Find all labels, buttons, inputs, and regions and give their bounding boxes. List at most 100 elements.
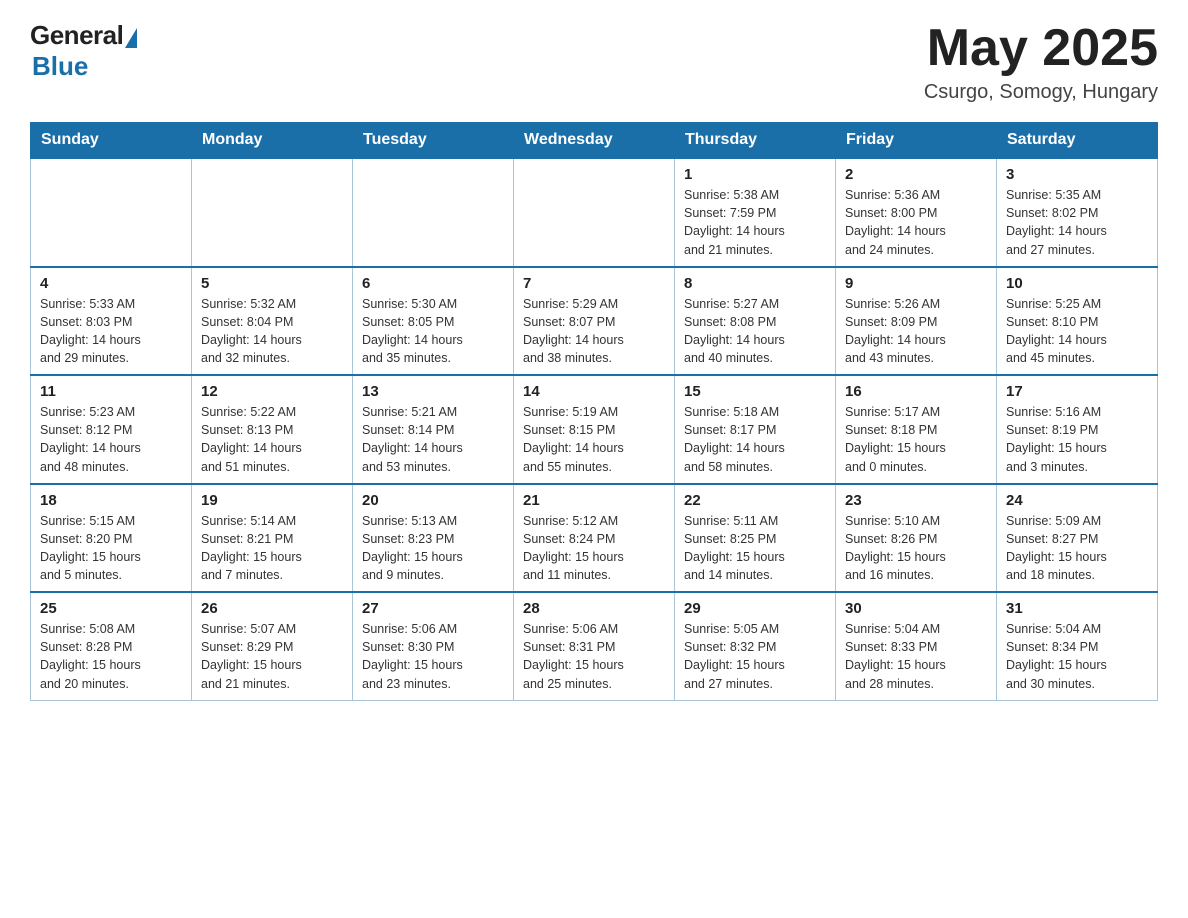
day-number: 18 — [40, 492, 182, 509]
day-info: Sunrise: 5:29 AMSunset: 8:07 PMDaylight:… — [523, 295, 665, 368]
day-info: Sunrise: 5:38 AMSunset: 7:59 PMDaylight:… — [684, 186, 826, 259]
calendar-cell: 18 Sunrise: 5:15 AMSunset: 8:20 PMDayligh… — [31, 484, 192, 593]
week-row-3: 11Sunrise: 5:23 AMSunset: 8:12 PMDayligh… — [31, 375, 1158, 484]
day-info: Sunrise: 5:35 AMSunset: 8:02 PMDaylight:… — [1006, 186, 1148, 259]
day-info: Sunrise: 5:04 AMSunset: 8:34 PMDaylight:… — [1006, 620, 1148, 693]
logo-blue-text: Blue — [32, 51, 88, 82]
day-number: 14 — [523, 383, 665, 400]
day-info: Sunrise: 5:33 AMSunset: 8:03 PMDaylight:… — [40, 295, 182, 368]
day-info: Sunrise: 5:18 AMSunset: 8:17 PMDaylight:… — [684, 403, 826, 476]
calendar-cell: 22Sunrise: 5:11 AMSunset: 8:25 PMDayligh… — [675, 484, 836, 593]
week-row-5: 25Sunrise: 5:08 AMSunset: 8:28 PMDayligh… — [31, 592, 1158, 700]
calendar-cell: 10 Sunrise: 5:25 AMSunset: 8:10 PMDayligh… — [997, 267, 1158, 376]
weekday-header-thursday: Thursday — [675, 123, 836, 159]
day-info: Sunrise: 5:04 AMSunset: 8:33 PMDaylight:… — [845, 620, 987, 693]
day-number: 12 — [201, 383, 343, 400]
week-row-2: 4 Sunrise: 5:33 AMSunset: 8:03 PMDaylight… — [31, 267, 1158, 376]
day-number: 23 — [845, 492, 987, 509]
calendar-cell: 1Sunrise: 5:38 AMSunset: 7:59 PMDaylight… — [675, 158, 836, 267]
day-info: Sunrise: 5:06 AMSunset: 8:30 PMDaylight:… — [362, 620, 504, 693]
day-number: 11 — [40, 383, 182, 400]
day-info: Sunrise: 5:25 AMSunset: 8:10 PMDaylight:… — [1006, 295, 1148, 368]
logo-general-text: General — [30, 20, 123, 51]
day-number: 5 — [201, 275, 343, 292]
day-number: 21 — [523, 492, 665, 509]
calendar-cell — [192, 158, 353, 267]
day-info: Sunrise: 5:11 AMSunset: 8:25 PMDaylight:… — [684, 512, 826, 585]
day-number: 31 — [1006, 600, 1148, 617]
day-info: Sunrise: 5:36 AMSunset: 8:00 PMDaylight:… — [845, 186, 987, 259]
week-row-1: 1Sunrise: 5:38 AMSunset: 7:59 PMDaylight… — [31, 158, 1158, 267]
day-number: 7 — [523, 275, 665, 292]
day-info: Sunrise: 5:07 AMSunset: 8:29 PMDaylight:… — [201, 620, 343, 693]
day-number: 2 — [845, 166, 987, 183]
calendar-cell: 16 Sunrise: 5:17 AMSunset: 8:18 PMDayligh… — [836, 375, 997, 484]
day-info: Sunrise: 5:13 AMSunset: 8:23 PMDaylight:… — [362, 512, 504, 585]
day-number: 26 — [201, 600, 343, 617]
day-number: 16 — [845, 383, 987, 400]
weekday-header-friday: Friday — [836, 123, 997, 159]
weekday-header-wednesday: Wednesday — [514, 123, 675, 159]
calendar-header-row: SundayMondayTuesdayWednesdayThursdayFrid… — [31, 123, 1158, 159]
weekday-header-monday: Monday — [192, 123, 353, 159]
calendar-cell: 13 Sunrise: 5:21 AMSunset: 8:14 PMDayligh… — [353, 375, 514, 484]
weekday-header-saturday: Saturday — [997, 123, 1158, 159]
calendar-cell: 9 Sunrise: 5:26 AMSunset: 8:09 PMDaylight… — [836, 267, 997, 376]
calendar-cell: 17 Sunrise: 5:16 AMSunset: 8:19 PMDayligh… — [997, 375, 1158, 484]
day-number: 4 — [40, 275, 182, 292]
day-number: 10 — [1006, 275, 1148, 292]
calendar-cell: 25Sunrise: 5:08 AMSunset: 8:28 PMDayligh… — [31, 592, 192, 700]
calendar-cell: 20 Sunrise: 5:13 AMSunset: 8:23 PMDayligh… — [353, 484, 514, 593]
day-number: 8 — [684, 275, 826, 292]
day-info: Sunrise: 5:15 AMSunset: 8:20 PMDaylight:… — [40, 512, 182, 585]
calendar-title: May 2025 — [924, 20, 1158, 77]
calendar-cell: 29Sunrise: 5:05 AMSunset: 8:32 PMDayligh… — [675, 592, 836, 700]
day-info: Sunrise: 5:14 AMSunset: 8:21 PMDaylight:… — [201, 512, 343, 585]
day-number: 19 — [201, 492, 343, 509]
calendar-cell: 5Sunrise: 5:32 AMSunset: 8:04 PMDaylight… — [192, 267, 353, 376]
calendar-cell: 12Sunrise: 5:22 AMSunset: 8:13 PMDayligh… — [192, 375, 353, 484]
day-number: 9 — [845, 275, 987, 292]
day-info: Sunrise: 5:17 AMSunset: 8:18 PMDaylight:… — [845, 403, 987, 476]
calendar-cell: 24Sunrise: 5:09 AMSunset: 8:27 PMDayligh… — [997, 484, 1158, 593]
logo: General Blue — [30, 20, 137, 82]
calendar-cell: 2 Sunrise: 5:36 AMSunset: 8:00 PMDaylight… — [836, 158, 997, 267]
calendar-cell: 8Sunrise: 5:27 AMSunset: 8:08 PMDaylight… — [675, 267, 836, 376]
weekday-header-sunday: Sunday — [31, 123, 192, 159]
week-row-4: 18 Sunrise: 5:15 AMSunset: 8:20 PMDayligh… — [31, 484, 1158, 593]
calendar-cell — [514, 158, 675, 267]
calendar-cell: 7 Sunrise: 5:29 AMSunset: 8:07 PMDaylight… — [514, 267, 675, 376]
calendar-cell: 3 Sunrise: 5:35 AMSunset: 8:02 PMDaylight… — [997, 158, 1158, 267]
calendar-cell: 26 Sunrise: 5:07 AMSunset: 8:29 PMDayligh… — [192, 592, 353, 700]
day-info: Sunrise: 5:16 AMSunset: 8:19 PMDaylight:… — [1006, 403, 1148, 476]
calendar-cell: 4 Sunrise: 5:33 AMSunset: 8:03 PMDaylight… — [31, 267, 192, 376]
day-info: Sunrise: 5:12 AMSunset: 8:24 PMDaylight:… — [523, 512, 665, 585]
day-number: 15 — [684, 383, 826, 400]
calendar-cell: 19 Sunrise: 5:14 AMSunset: 8:21 PMDayligh… — [192, 484, 353, 593]
calendar-table: SundayMondayTuesdayWednesdayThursdayFrid… — [30, 122, 1158, 701]
page-header: General Blue May 2025 Csurgo, Somogy, Hu… — [30, 20, 1158, 104]
calendar-cell: 28Sunrise: 5:06 AMSunset: 8:31 PMDayligh… — [514, 592, 675, 700]
logo-triangle-icon — [125, 28, 137, 48]
day-number: 17 — [1006, 383, 1148, 400]
day-number: 20 — [362, 492, 504, 509]
calendar-cell: 30 Sunrise: 5:04 AMSunset: 8:33 PMDayligh… — [836, 592, 997, 700]
calendar-cell: 15 Sunrise: 5:18 AMSunset: 8:17 PMDayligh… — [675, 375, 836, 484]
day-number: 29 — [684, 600, 826, 617]
calendar-cell: 11Sunrise: 5:23 AMSunset: 8:12 PMDayligh… — [31, 375, 192, 484]
calendar-cell: 31 Sunrise: 5:04 AMSunset: 8:34 PMDayligh… — [997, 592, 1158, 700]
day-number: 28 — [523, 600, 665, 617]
calendar-cell — [353, 158, 514, 267]
calendar-cell: 23 Sunrise: 5:10 AMSunset: 8:26 PMDayligh… — [836, 484, 997, 593]
day-number: 3 — [1006, 166, 1148, 183]
day-info: Sunrise: 5:08 AMSunset: 8:28 PMDaylight:… — [40, 620, 182, 693]
day-number: 13 — [362, 383, 504, 400]
calendar-cell: 6Sunrise: 5:30 AMSunset: 8:05 PMDaylight… — [353, 267, 514, 376]
day-info: Sunrise: 5:10 AMSunset: 8:26 PMDaylight:… — [845, 512, 987, 585]
weekday-header-tuesday: Tuesday — [353, 123, 514, 159]
day-info: Sunrise: 5:26 AMSunset: 8:09 PMDaylight:… — [845, 295, 987, 368]
day-info: Sunrise: 5:21 AMSunset: 8:14 PMDaylight:… — [362, 403, 504, 476]
day-number: 30 — [845, 600, 987, 617]
day-number: 24 — [1006, 492, 1148, 509]
day-number: 27 — [362, 600, 504, 617]
